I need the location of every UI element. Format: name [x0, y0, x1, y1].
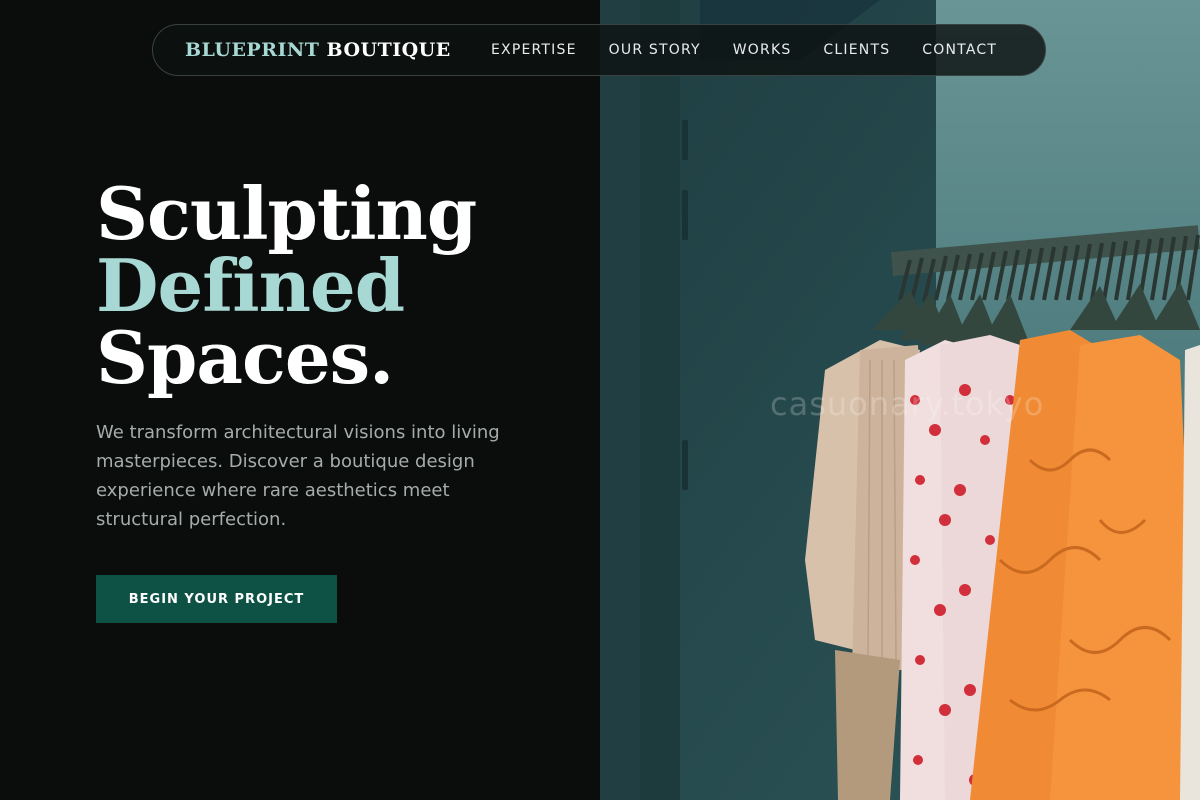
- brand-logo[interactable]: BLUEPRINT BOUTIQUE: [185, 39, 451, 61]
- brand-name-part1: BLUEPRINT: [185, 39, 320, 61]
- hero-title-line1: Sculpting: [96, 171, 477, 256]
- hero-panel: [0, 0, 600, 800]
- watermark-text: casuonary.tokyo: [770, 385, 1045, 423]
- hero-description: We transform architectural visions into …: [96, 422, 500, 530]
- hero-title: Sculpting Defined Spaces.: [96, 171, 477, 400]
- brand-name-part2: BOUTIQUE: [326, 39, 451, 61]
- nav-link-works[interactable]: WORKS: [733, 42, 792, 58]
- begin-project-button[interactable]: BEGIN YOUR PROJECT: [96, 575, 337, 623]
- nav-links: EXPERTISE OUR STORY WORKS CLIENTS CONTAC…: [491, 42, 997, 58]
- hero-title-line3: Spaces.: [96, 315, 394, 400]
- nav-link-clients[interactable]: CLIENTS: [823, 42, 890, 58]
- nav-link-our-story[interactable]: OUR STORY: [609, 42, 701, 58]
- nav-link-contact[interactable]: CONTACT: [922, 42, 997, 58]
- hero-title-line2: Defined: [96, 243, 405, 328]
- hero-image: casuonary.tokyo: [600, 0, 1200, 800]
- top-navigation: BLUEPRINT BOUTIQUE EXPERTISE OUR STORY W…: [152, 24, 1046, 76]
- nav-link-expertise[interactable]: EXPERTISE: [491, 42, 577, 58]
